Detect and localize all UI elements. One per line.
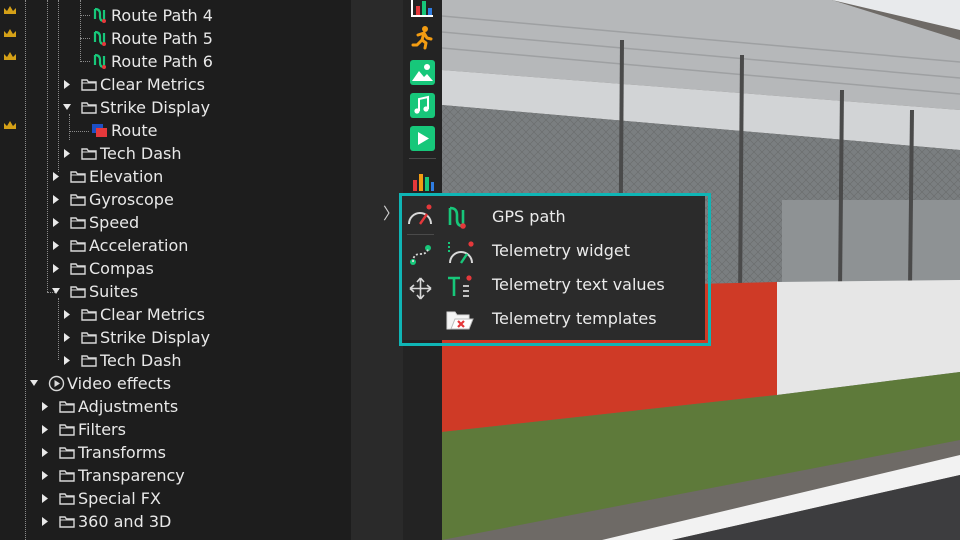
folder-icon (81, 332, 97, 344)
tree-item-route-path-5[interactable]: Route Path 5 (0, 27, 351, 50)
tree-item-video-effects[interactable]: Video effects (0, 372, 351, 395)
panel-splitter[interactable] (351, 0, 403, 540)
folder-icon (59, 516, 75, 528)
folder-icon (70, 263, 86, 275)
folder-icon (70, 240, 86, 252)
expand-arrow-icon[interactable] (62, 349, 72, 372)
runner-icon[interactable] (410, 25, 435, 50)
tree-item-route-path-6[interactable]: Route Path 6 (0, 50, 351, 73)
expand-arrow-icon[interactable] (40, 441, 50, 464)
expand-arrow-icon[interactable] (62, 326, 72, 349)
folder-icon (70, 286, 86, 298)
tree-item-label: Route Path 5 (111, 29, 213, 48)
route-path-icon (93, 30, 106, 46)
tree-item-clear-metrics-suite[interactable]: Clear Metrics (0, 303, 351, 326)
tree-item-label: Transforms (78, 443, 166, 462)
expand-arrow-icon[interactable] (40, 510, 50, 533)
folder-icon (81, 309, 97, 321)
tree-item-label: Suites (89, 282, 139, 301)
toolbar-separator (409, 158, 436, 159)
tree-item-transforms[interactable]: Transforms (0, 441, 351, 464)
tree-item-label: Video effects (67, 374, 172, 393)
music-icon[interactable] (410, 93, 435, 118)
folder-icon (59, 424, 75, 436)
tree-item-label: Special FX (78, 489, 161, 508)
tree-item-label: Acceleration (89, 236, 189, 255)
tree-item-label: Gyroscope (89, 190, 174, 209)
expand-arrow-icon[interactable] (51, 165, 61, 188)
tree-item-route[interactable]: Route (0, 119, 351, 142)
tree-item-route-path-4[interactable]: Route Path 4 (0, 4, 351, 27)
tree-item-gyroscope[interactable]: Gyroscope (0, 188, 351, 211)
route-path-icon (93, 53, 106, 69)
expand-arrow-icon[interactable] (51, 188, 61, 211)
expand-arrow-icon[interactable] (51, 234, 61, 257)
play-icon[interactable] (410, 126, 435, 151)
effects-tree: Route Path 4 Route Path 5 Route Path 6 C… (0, 0, 351, 540)
folder-icon (59, 470, 75, 482)
tree-item-adjustments[interactable]: Adjustments (0, 395, 351, 418)
expand-arrow-icon[interactable] (40, 487, 50, 510)
chart-icon[interactable] (410, 0, 435, 19)
tree-item-label: 360 and 3D (78, 512, 172, 531)
tree-item-label: Route (111, 121, 158, 140)
folder-icon (59, 493, 75, 505)
audio-levels-icon[interactable] (410, 166, 435, 191)
collapse-panel-chevron-icon[interactable]: 〉 (383, 200, 399, 224)
expand-arrow-icon[interactable] (51, 211, 61, 234)
video-effects-icon (48, 375, 65, 392)
tree-item-label: Transparency (78, 466, 185, 485)
tree-item-filters[interactable]: Filters (0, 418, 351, 441)
tree-item-360-and-3d[interactable]: 360 and 3D (0, 510, 351, 533)
tree-item-speed[interactable]: Speed (0, 211, 351, 234)
tree-item-label: Elevation (89, 167, 164, 186)
tree-item-special-fx[interactable]: Special FX (0, 487, 351, 510)
tree-item-label: Clear Metrics (100, 75, 206, 94)
folder-icon (81, 355, 97, 367)
folder-icon (81, 79, 97, 91)
tree-item-strike-display[interactable]: Strike Display (0, 96, 351, 119)
collapse-arrow-icon[interactable] (62, 96, 72, 119)
tree-item-clear-metrics[interactable]: Clear Metrics (0, 73, 351, 96)
folder-icon (70, 194, 86, 206)
tree-item-suites[interactable]: Suites (0, 280, 351, 303)
folder-icon (70, 171, 86, 183)
collapse-arrow-icon[interactable] (51, 280, 61, 303)
expand-arrow-icon[interactable] (40, 395, 50, 418)
folder-icon (70, 217, 86, 229)
expand-arrow-icon[interactable] (40, 464, 50, 487)
tree-item-strike-display-suite[interactable]: Strike Display (0, 326, 351, 349)
expand-arrow-icon[interactable] (62, 303, 72, 326)
folder-icon (81, 102, 97, 114)
image-icon[interactable] (410, 60, 435, 85)
tree-item-label: Route Path 4 (111, 6, 213, 25)
tree-item-label: Clear Metrics (100, 305, 206, 324)
tree-item-transparency[interactable]: Transparency (0, 464, 351, 487)
tree-item-label: Compas (89, 259, 154, 278)
collapse-arrow-icon[interactable] (29, 372, 39, 395)
tree-item-elevation[interactable]: Elevation (0, 165, 351, 188)
tree-item-label: Strike Display (100, 98, 211, 117)
expand-arrow-icon[interactable] (51, 257, 61, 280)
tree-item-label: Speed (89, 213, 140, 232)
route-path-icon (93, 7, 106, 23)
expand-arrow-icon[interactable] (62, 142, 72, 165)
tree-item-label: Tech Dash (100, 144, 182, 163)
tree-item-label: Route Path 6 (111, 52, 213, 71)
highlight-outline (399, 193, 711, 346)
route-icon (92, 124, 107, 137)
tree-item-label: Strike Display (100, 328, 211, 347)
expand-arrow-icon[interactable] (62, 73, 72, 96)
tree-item-label: Adjustments (78, 397, 179, 416)
tree-item-compas[interactable]: Compas (0, 257, 351, 280)
folder-icon (81, 148, 97, 160)
tree-item-acceleration[interactable]: Acceleration (0, 234, 351, 257)
tree-item-label: Tech Dash (100, 351, 182, 370)
folder-icon (59, 401, 75, 413)
tree-item-label: Filters (78, 420, 126, 439)
tree-item-tech-dash-suite[interactable]: Tech Dash (0, 349, 351, 372)
expand-arrow-icon[interactable] (40, 418, 50, 441)
tree-item-tech-dash[interactable]: Tech Dash (0, 142, 351, 165)
folder-icon (59, 447, 75, 459)
